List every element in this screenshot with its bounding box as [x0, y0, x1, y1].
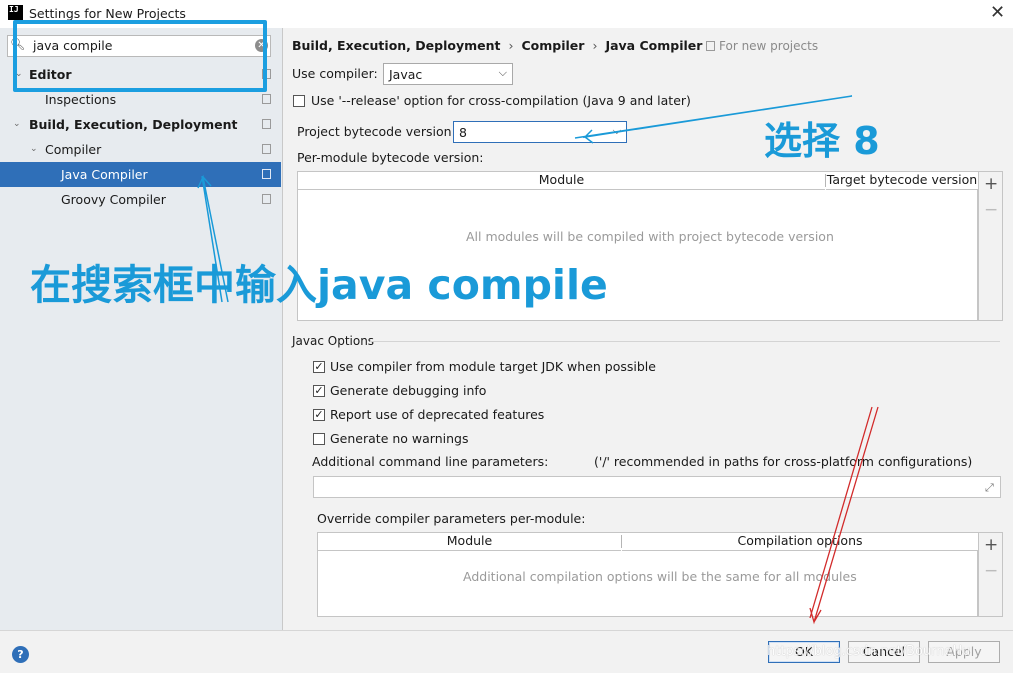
sidebar-item-label: Build, Execution, Deployment: [29, 117, 238, 132]
chevron-down-icon: ⌵: [498, 66, 507, 79]
project-scope-icon: [262, 169, 271, 179]
use-target-jdk-checkbox[interactable]: ✓: [313, 361, 325, 373]
sidebar-item-label: Java Compiler: [61, 167, 148, 182]
project-scope-icon: [262, 194, 271, 204]
sidebar-item-groovy-compiler[interactable]: Groovy Compiler: [0, 187, 281, 212]
table-empty-text: All modules will be compiled with projec…: [466, 229, 834, 244]
breadcrumb-separator: ›: [592, 38, 598, 53]
sidebar-item-label: Compiler: [45, 142, 102, 157]
sidebar-item-build-execution-deployment[interactable]: ⌄ Build, Execution, Deployment: [0, 112, 281, 137]
project-scope-icon: [262, 94, 271, 104]
chevron-down-icon[interactable]: ⌄: [13, 112, 21, 137]
column-header-module[interactable]: Module: [298, 172, 825, 190]
annotation-type-in-search: 在搜索框中输入java compile: [30, 261, 608, 309]
help-icon[interactable]: ?: [12, 646, 29, 663]
table-empty-text: Additional compilation options will be t…: [463, 569, 857, 584]
breadcrumb: Build, Execution, Deployment › Compiler › Ja…: [292, 38, 702, 53]
project-scope-icon: [262, 144, 271, 154]
no-warnings-label: Generate no warnings: [330, 431, 469, 446]
close-window-button[interactable]: ✕: [990, 3, 1005, 23]
chevron-down-icon[interactable]: ⌄: [30, 137, 38, 162]
scope-note-text: For new projects: [719, 39, 819, 53]
bytecode-version-select[interactable]: 8 ⌵: [453, 121, 627, 143]
cmd-params-hint: ('/' recommended in paths for cross-plat…: [594, 454, 973, 469]
release-option-label: Use '--release' option for cross-compila…: [311, 93, 691, 108]
release-option-checkbox[interactable]: [293, 95, 305, 107]
deprecated-features-checkbox[interactable]: ✓: [313, 409, 325, 421]
project-scope-icon: [706, 41, 715, 51]
add-module-button[interactable]: +: [984, 174, 998, 194]
sidebar-item-label: Groovy Compiler: [61, 192, 166, 207]
cmd-params-label: Additional command line parameters:: [312, 454, 549, 469]
override-params-label: Override compiler parameters per-module:: [317, 511, 586, 526]
breadcrumb-item: Compiler: [521, 38, 585, 53]
column-header-module[interactable]: Module: [318, 533, 621, 551]
column-header-compilation-options[interactable]: Compilation options: [622, 533, 978, 551]
remove-override-button[interactable]: −: [984, 561, 998, 581]
bytecode-version-label: Project bytecode version:: [297, 124, 456, 139]
no-warnings-checkbox[interactable]: [313, 433, 325, 445]
annotation-select-8: 选择 8: [764, 119, 880, 163]
section-divider: [370, 341, 1000, 342]
annotation-highlight-box: [13, 20, 267, 92]
bytecode-version-value: 8: [459, 125, 467, 140]
expand-icon[interactable]: ⤢: [985, 481, 994, 495]
chevron-down-icon: ⌵: [612, 124, 621, 137]
cmd-params-input[interactable]: [313, 476, 1001, 498]
remove-module-button[interactable]: −: [984, 200, 998, 220]
watermark: https://blog.csdn.net/BourneHu: [767, 644, 971, 659]
window-title: Settings for New Projects: [29, 6, 186, 21]
use-compiler-value: Javac: [389, 67, 423, 82]
project-scope-icon: [262, 119, 271, 129]
sidebar-item-compiler[interactable]: ⌄ Compiler: [0, 137, 281, 162]
scope-note: For new projects: [706, 39, 818, 53]
use-compiler-select[interactable]: Javac ⌵: [383, 63, 513, 85]
breadcrumb-item: Java Compiler: [605, 38, 703, 53]
use-compiler-label: Use compiler:: [292, 66, 378, 81]
javac-options-heading: Javac Options: [292, 334, 375, 348]
override-params-table[interactable]: Module Compilation options Additional co…: [317, 532, 978, 617]
use-target-jdk-label: Use compiler from module target JDK when…: [330, 359, 656, 374]
debugging-info-label: Generate debugging info: [330, 383, 487, 398]
column-header-target-bytecode-version[interactable]: Target bytecode version: [826, 172, 978, 190]
breadcrumb-separator: ›: [508, 38, 514, 53]
sidebar-item-java-compiler[interactable]: Java Compiler: [0, 162, 281, 187]
debugging-info-checkbox[interactable]: ✓: [313, 385, 325, 397]
add-override-button[interactable]: +: [984, 535, 998, 555]
deprecated-features-label: Report use of deprecated features: [330, 407, 545, 422]
intellij-app-icon: IJ: [8, 5, 23, 20]
breadcrumb-item: Build, Execution, Deployment: [292, 38, 501, 53]
per-module-bytecode-label: Per-module bytecode version:: [297, 150, 484, 165]
